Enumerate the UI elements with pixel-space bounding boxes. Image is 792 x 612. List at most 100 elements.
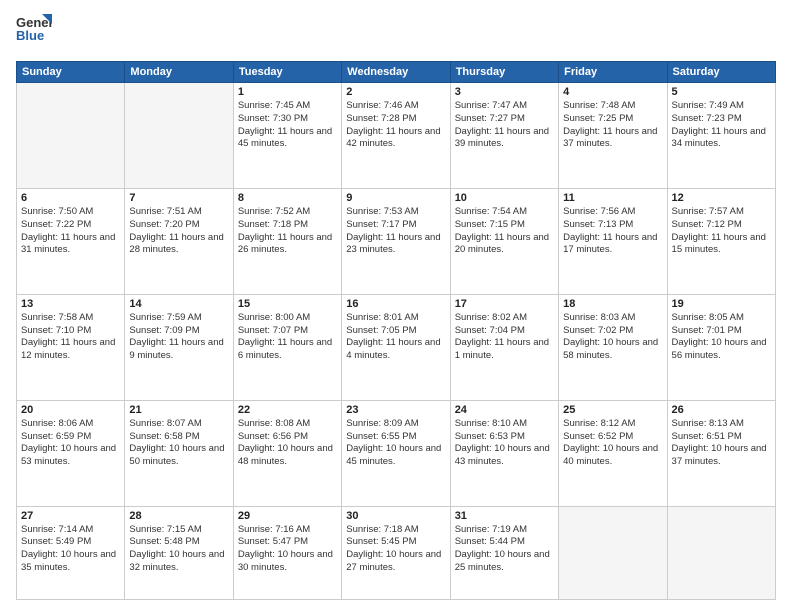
day-info: Sunrise: 8:13 AMSunset: 6:51 PMDaylight:… [672, 418, 771, 469]
calendar-day-cell: 25 Sunrise: 8:12 AMSunset: 6:52 PMDayligh… [559, 400, 667, 506]
calendar-day-cell: 10 Sunrise: 7:54 AMSunset: 7:15 PMDayligh… [450, 188, 558, 294]
calendar-day-cell: 9 Sunrise: 7:53 AMSunset: 7:17 PMDaylight… [342, 188, 450, 294]
day-number: 4 [563, 86, 662, 98]
day-info: Sunrise: 7:46 AMSunset: 7:28 PMDaylight:… [346, 100, 445, 151]
day-info: Sunrise: 7:45 AMSunset: 7:30 PMDaylight:… [238, 100, 337, 151]
day-info: Sunrise: 7:59 AMSunset: 7:09 PMDaylight:… [129, 312, 228, 363]
calendar-day-cell: 14 Sunrise: 7:59 AMSunset: 7:09 PMDayligh… [125, 294, 233, 400]
day-number: 29 [238, 510, 337, 522]
weekday-header-cell: Sunday [17, 62, 125, 83]
day-number: 6 [21, 192, 120, 204]
calendar-week-row: 20Sunrise: 8:06 AMSunset: 6:59 PMDayligh… [17, 400, 776, 506]
day-info: Sunrise: 7:49 AMSunset: 7:23 PMDaylight:… [672, 100, 771, 151]
calendar-day-cell: 16Sunrise: 8:01 AMSunset: 7:05 PMDayligh… [342, 294, 450, 400]
day-info: Sunrise: 7:48 AMSunset: 7:25 PMDaylight:… [563, 100, 662, 151]
day-number: 31 [455, 510, 554, 522]
calendar-week-row: 6 Sunrise: 7:50 AMSunset: 7:22 PMDaylight… [17, 188, 776, 294]
weekday-header-cell: Saturday [667, 62, 775, 83]
day-info: Sunrise: 8:03 AMSunset: 7:02 PMDaylight:… [563, 312, 662, 363]
calendar-table: SundayMondayTuesdayWednesdayThursdayFrid… [16, 61, 776, 600]
svg-text:Blue: Blue [16, 28, 44, 43]
calendar-day-cell: 12Sunrise: 7:57 AMSunset: 7:12 PMDayligh… [667, 188, 775, 294]
calendar-day-cell: 3Sunrise: 7:47 AMSunset: 7:27 PMDaylight… [450, 83, 558, 189]
day-info: Sunrise: 7:47 AMSunset: 7:27 PMDaylight:… [455, 100, 554, 151]
calendar-day-cell: 22 Sunrise: 8:08 AMSunset: 6:56 PMDayligh… [233, 400, 341, 506]
calendar-day-cell: 1 Sunrise: 7:45 AMSunset: 7:30 PMDaylight… [233, 83, 341, 189]
day-info: Sunrise: 7:57 AMSunset: 7:12 PMDaylight:… [672, 206, 771, 257]
day-number: 2 [346, 86, 445, 98]
day-number: 17 [455, 298, 554, 310]
weekday-header-cell: Tuesday [233, 62, 341, 83]
day-info: Sunrise: 7:54 AMSunset: 7:15 PMDaylight:… [455, 206, 554, 257]
day-number: 5 [672, 86, 771, 98]
day-info: Sunrise: 8:05 AMSunset: 7:01 PMDaylight:… [672, 312, 771, 363]
calendar-day-cell: 6 Sunrise: 7:50 AMSunset: 7:22 PMDaylight… [17, 188, 125, 294]
day-number: 16 [346, 298, 445, 310]
calendar-day-cell: 29 Sunrise: 7:16 AMSunset: 5:47 PMDayligh… [233, 506, 341, 599]
calendar-day-cell: 31 Sunrise: 7:19 AMSunset: 5:44 PMDayligh… [450, 506, 558, 599]
calendar-day-cell [125, 83, 233, 189]
day-info: Sunrise: 8:09 AMSunset: 6:55 PMDaylight:… [346, 418, 445, 469]
calendar-day-cell: 17 Sunrise: 8:02 AMSunset: 7:04 PMDayligh… [450, 294, 558, 400]
day-number: 8 [238, 192, 337, 204]
day-number: 1 [238, 86, 337, 98]
day-info: Sunrise: 7:53 AMSunset: 7:17 PMDaylight:… [346, 206, 445, 257]
day-number: 14 [129, 298, 228, 310]
day-info: Sunrise: 8:12 AMSunset: 6:52 PMDaylight:… [563, 418, 662, 469]
calendar-day-cell: 27 Sunrise: 7:14 AMSunset: 5:49 PMDayligh… [17, 506, 125, 599]
calendar-day-cell: 15 Sunrise: 8:00 AMSunset: 7:07 PMDayligh… [233, 294, 341, 400]
calendar-day-cell: 19 Sunrise: 8:05 AMSunset: 7:01 PMDayligh… [667, 294, 775, 400]
calendar-day-cell [667, 506, 775, 599]
calendar-day-cell: 20Sunrise: 8:06 AMSunset: 6:59 PMDayligh… [17, 400, 125, 506]
calendar-day-cell: 30 Sunrise: 7:18 AMSunset: 5:45 PMDayligh… [342, 506, 450, 599]
logo-icon: General Blue [16, 12, 52, 48]
day-number: 26 [672, 404, 771, 416]
day-info: Sunrise: 7:50 AMSunset: 7:22 PMDaylight:… [21, 206, 120, 257]
day-number: 9 [346, 192, 445, 204]
day-info: Sunrise: 7:14 AMSunset: 5:49 PMDaylight:… [21, 524, 120, 575]
day-info: Sunrise: 8:06 AMSunset: 6:59 PMDaylight:… [21, 418, 120, 469]
calendar-day-cell: 4 Sunrise: 7:48 AMSunset: 7:25 PMDaylight… [559, 83, 667, 189]
calendar-day-cell [17, 83, 125, 189]
day-info: Sunrise: 7:51 AMSunset: 7:20 PMDaylight:… [129, 206, 228, 257]
calendar-week-row: 1 Sunrise: 7:45 AMSunset: 7:30 PMDaylight… [17, 83, 776, 189]
day-info: Sunrise: 8:07 AMSunset: 6:58 PMDaylight:… [129, 418, 228, 469]
day-number: 27 [21, 510, 120, 522]
day-info: Sunrise: 8:00 AMSunset: 7:07 PMDaylight:… [238, 312, 337, 363]
day-info: Sunrise: 7:58 AMSunset: 7:10 PMDaylight:… [21, 312, 120, 363]
calendar-week-row: 13Sunrise: 7:58 AMSunset: 7:10 PMDayligh… [17, 294, 776, 400]
calendar-day-cell: 8Sunrise: 7:52 AMSunset: 7:18 PMDaylight… [233, 188, 341, 294]
calendar-day-cell: 18 Sunrise: 8:03 AMSunset: 7:02 PMDayligh… [559, 294, 667, 400]
calendar-day-cell: 23 Sunrise: 8:09 AMSunset: 6:55 PMDayligh… [342, 400, 450, 506]
day-number: 24 [455, 404, 554, 416]
calendar-day-cell: 5 Sunrise: 7:49 AMSunset: 7:23 PMDaylight… [667, 83, 775, 189]
header: General Blue [16, 12, 776, 53]
day-number: 18 [563, 298, 662, 310]
day-info: Sunrise: 8:02 AMSunset: 7:04 PMDaylight:… [455, 312, 554, 363]
day-number: 25 [563, 404, 662, 416]
day-info: Sunrise: 7:56 AMSunset: 7:13 PMDaylight:… [563, 206, 662, 257]
calendar-week-row: 27 Sunrise: 7:14 AMSunset: 5:49 PMDayligh… [17, 506, 776, 599]
day-number: 30 [346, 510, 445, 522]
day-info: Sunrise: 8:08 AMSunset: 6:56 PMDaylight:… [238, 418, 337, 469]
day-number: 22 [238, 404, 337, 416]
day-number: 21 [129, 404, 228, 416]
calendar-day-cell: 2 Sunrise: 7:46 AMSunset: 7:28 PMDaylight… [342, 83, 450, 189]
calendar-day-cell: 11Sunrise: 7:56 AMSunset: 7:13 PMDayligh… [559, 188, 667, 294]
day-info: Sunrise: 7:16 AMSunset: 5:47 PMDaylight:… [238, 524, 337, 575]
day-number: 15 [238, 298, 337, 310]
day-info: Sunrise: 8:10 AMSunset: 6:53 PMDaylight:… [455, 418, 554, 469]
weekday-header-row: SundayMondayTuesdayWednesdayThursdayFrid… [17, 62, 776, 83]
calendar-day-cell: 26 Sunrise: 8:13 AMSunset: 6:51 PMDayligh… [667, 400, 775, 506]
calendar-day-cell: 13Sunrise: 7:58 AMSunset: 7:10 PMDayligh… [17, 294, 125, 400]
day-info: Sunrise: 7:19 AMSunset: 5:44 PMDaylight:… [455, 524, 554, 575]
weekday-header-cell: Wednesday [342, 62, 450, 83]
day-number: 10 [455, 192, 554, 204]
calendar-day-cell [559, 506, 667, 599]
day-number: 19 [672, 298, 771, 310]
weekday-header-cell: Thursday [450, 62, 558, 83]
day-info: Sunrise: 7:18 AMSunset: 5:45 PMDaylight:… [346, 524, 445, 575]
page: General Blue SundayMondayTuesdayWednesda… [0, 0, 792, 612]
day-number: 23 [346, 404, 445, 416]
calendar-day-cell: 28Sunrise: 7:15 AMSunset: 5:48 PMDayligh… [125, 506, 233, 599]
